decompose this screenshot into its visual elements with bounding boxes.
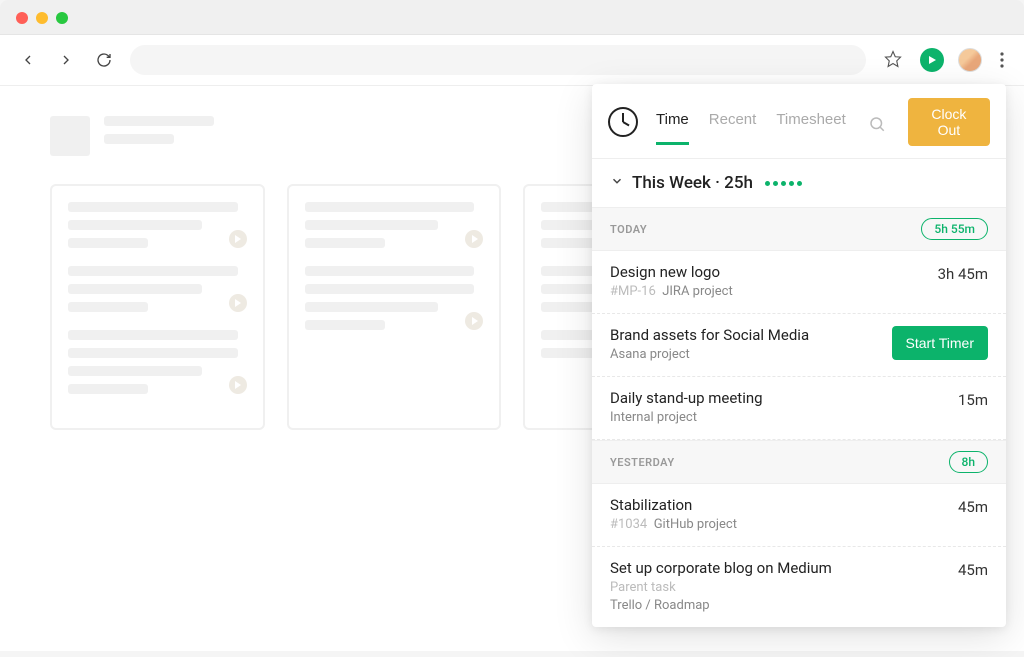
profile-avatar[interactable] — [958, 48, 982, 72]
task-title: Design new logo — [610, 263, 733, 281]
task-row[interactable]: Design new logo #MP-16 JIRA project 3h 4… — [592, 251, 1006, 314]
task-title: Set up corporate blog on Medium — [610, 559, 832, 577]
address-bar[interactable] — [130, 45, 866, 75]
task-time: 45m — [958, 561, 988, 579]
task-row[interactable]: Stabilization #1034 GitHub project 45m — [592, 484, 1006, 547]
task-title: Daily stand-up meeting — [610, 389, 763, 407]
task-project: JIRA project — [662, 284, 732, 299]
card-placeholder — [305, 202, 484, 248]
forward-button[interactable] — [54, 48, 78, 72]
extension-play-button[interactable] — [920, 48, 944, 72]
section-label: TODAY — [610, 223, 647, 236]
task-time: 3h 45m — [938, 265, 988, 283]
section-header-yesterday: YESTERDAY 8h — [592, 440, 1006, 484]
close-window-button[interactable] — [16, 12, 28, 24]
card-placeholder — [305, 266, 484, 330]
play-icon[interactable] — [229, 376, 247, 394]
task-row[interactable]: Brand assets for Social Media Asana proj… — [592, 314, 1006, 377]
tab-time[interactable]: Time — [656, 111, 689, 145]
task-project: Internal project — [610, 410, 697, 425]
section-header-today: TODAY 5h 55m — [592, 207, 1006, 251]
task-title: Stabilization — [610, 496, 737, 514]
card-placeholder — [68, 266, 247, 312]
panel-header: Time Recent Timesheet Clock Out — [592, 84, 1006, 159]
task-title: Brand assets for Social Media — [610, 326, 809, 344]
play-icon[interactable] — [465, 230, 483, 248]
clock-out-button[interactable]: Clock Out — [908, 98, 990, 146]
browser-menu-button[interactable] — [996, 48, 1008, 72]
task-time: 15m — [958, 391, 988, 409]
browser-chrome — [0, 0, 1024, 35]
bookmark-button[interactable] — [880, 46, 906, 75]
browser-toolbar — [0, 35, 1024, 86]
back-button[interactable] — [16, 48, 40, 72]
chevron-down-icon — [610, 173, 624, 193]
task-project: Trello / Roadmap — [610, 598, 710, 613]
task-tag: #MP-16 — [610, 284, 656, 299]
week-label: This Week · 25h — [632, 173, 753, 193]
card-placeholder — [68, 330, 247, 394]
tab-recent[interactable]: Recent — [709, 111, 757, 145]
task-row[interactable]: Daily stand-up meeting Internal project … — [592, 377, 1006, 440]
maximize-window-button[interactable] — [56, 12, 68, 24]
section-total-time: 8h — [949, 451, 989, 473]
minimize-window-button[interactable] — [36, 12, 48, 24]
app-logo-icon — [608, 107, 638, 137]
week-dots-indicator — [765, 181, 802, 186]
play-icon[interactable] — [229, 294, 247, 312]
time-tracker-panel: Time Recent Timesheet Clock Out This Wee… — [592, 84, 1006, 627]
kanban-column — [50, 184, 265, 430]
text-placeholder — [104, 116, 214, 126]
play-icon[interactable] — [465, 312, 483, 330]
reload-button[interactable] — [92, 48, 116, 72]
task-tag: #1034 — [610, 517, 647, 532]
section-label: YESTERDAY — [610, 456, 675, 469]
search-button[interactable] — [864, 111, 890, 145]
kanban-column — [287, 184, 502, 430]
task-project: GitHub project — [654, 517, 737, 532]
window-controls — [16, 12, 68, 24]
task-time: 45m — [958, 498, 988, 516]
card-placeholder — [68, 202, 247, 248]
section-total-time: 5h 55m — [921, 218, 988, 240]
task-project: Asana project — [610, 347, 690, 362]
week-summary[interactable]: This Week · 25h — [592, 159, 1006, 207]
task-row[interactable]: Set up corporate blog on Medium Parent t… — [592, 547, 1006, 627]
start-timer-button[interactable]: Start Timer — [892, 326, 988, 360]
avatar-placeholder — [50, 116, 90, 156]
text-placeholder — [104, 134, 174, 144]
tab-timesheet[interactable]: Timesheet — [776, 111, 845, 145]
play-icon[interactable] — [229, 230, 247, 248]
task-parent: Parent task — [610, 580, 832, 595]
